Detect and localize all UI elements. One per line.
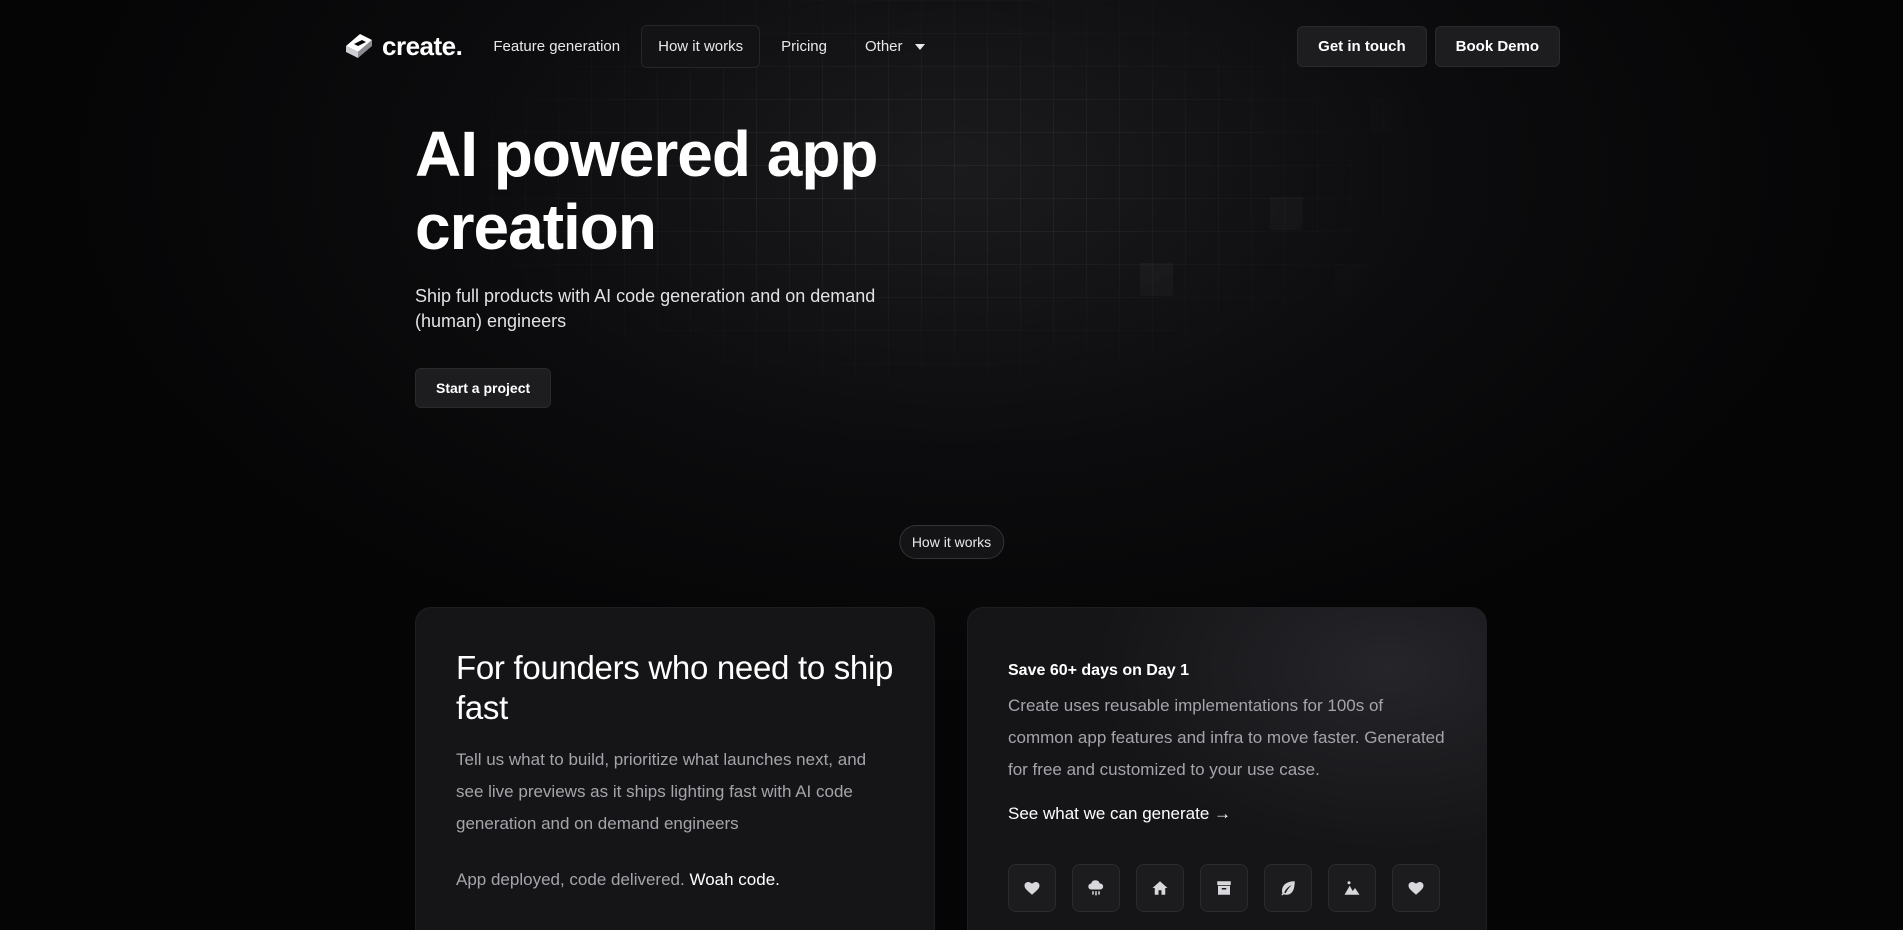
nav-pricing[interactable]: Pricing: [764, 25, 844, 68]
founders-card-body: Tell us what to build, prioritize what l…: [456, 750, 867, 833]
feature-tile-home[interactable]: [1136, 864, 1184, 912]
brand-logo[interactable]: create.: [342, 30, 463, 62]
feature-tile-archive[interactable]: [1200, 864, 1248, 912]
leaf-icon: [1281, 881, 1295, 896]
home-icon: [1152, 881, 1168, 895]
hero-subtitle: Ship full products with AI code generati…: [415, 286, 876, 331]
founders-card-tagline: App deployed, code delivered. Woah code.: [456, 870, 894, 890]
page: create. Feature generation How it works …: [0, 0, 1903, 930]
chevron-down-icon: [914, 44, 925, 50]
feature-tile-mountain[interactable]: [1328, 864, 1376, 912]
feature-tile-cloud[interactable]: [1072, 864, 1120, 912]
get-in-touch-button[interactable]: Get in touch: [1297, 25, 1427, 67]
start-project-button[interactable]: Start a project: [415, 368, 552, 408]
nav-other-dropdown[interactable]: Other: [848, 25, 942, 68]
nav-actions: Get in touch Book Demo: [1297, 25, 1560, 67]
founders-card: For founders who need to ship fast Tell …: [415, 607, 935, 930]
heart-icon: [1024, 882, 1040, 895]
feature-tile-heart-2[interactable]: [1392, 864, 1440, 912]
logo-icon: [346, 34, 372, 58]
top-nav: create. Feature generation How it works …: [342, 24, 1560, 68]
archive-icon: [1217, 881, 1231, 895]
save-days-heading: Save 60+ days on Day 1: [1008, 662, 1189, 679]
nav-other-label: Other: [864, 37, 903, 55]
feature-icon-row: [1008, 864, 1446, 912]
feature-tile-heart[interactable]: [1008, 864, 1056, 912]
cloud-rain-icon: [1088, 880, 1104, 896]
brand-name: create.: [382, 30, 463, 61]
tagline-strong: Woah code.: [689, 870, 780, 889]
mountain-icon: [1344, 881, 1360, 895]
save-days-card: Save 60+ days on Day 1 Create uses reusa…: [967, 607, 1487, 930]
hero-title: AI powered app creation: [415, 118, 879, 263]
nav-how-it-works[interactable]: How it works: [641, 24, 761, 68]
section-pill: How it works: [898, 525, 1005, 559]
hero: AI powered app creation Ship full produc…: [415, 118, 935, 408]
nav-links: Feature generation How it works Pricing …: [476, 24, 942, 68]
save-days-body: Create uses reusable implementations for…: [1008, 696, 1445, 779]
nav-feature-generation[interactable]: Feature generation: [476, 25, 637, 68]
book-demo-button[interactable]: Book Demo: [1434, 25, 1560, 67]
founders-card-title: For founders who need to ship fast: [456, 649, 894, 726]
tagline-prefix: App deployed, code delivered.: [456, 870, 690, 889]
see-what-we-generate-link[interactable]: See what we can generate →: [1008, 804, 1231, 824]
feature-tile-leaf[interactable]: [1264, 864, 1312, 912]
heart-icon: [1408, 882, 1424, 895]
